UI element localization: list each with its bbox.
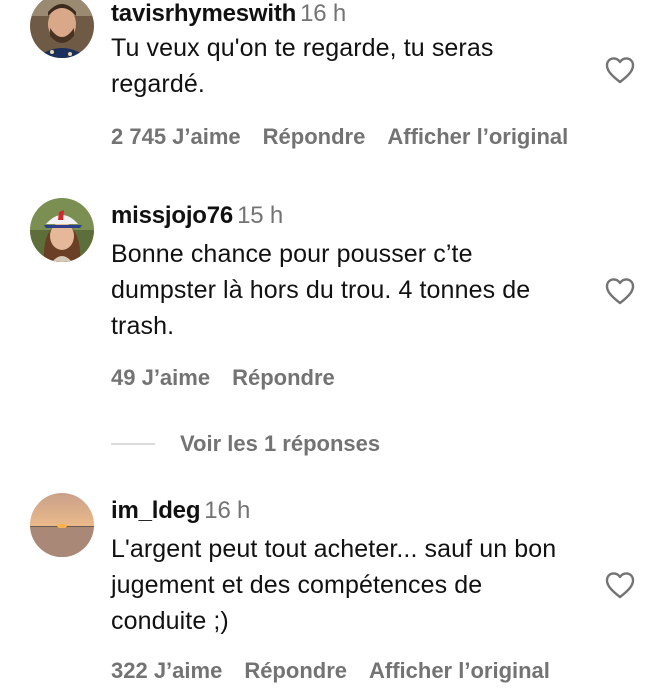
heart-icon: [605, 572, 635, 599]
comment-time: 16 h: [204, 497, 251, 524]
see-original-button[interactable]: Afficher l’original: [369, 658, 550, 683]
username-text[interactable]: im_ldeg: [111, 497, 200, 524]
comment-username[interactable]: im_ldeg 16 h: [111, 497, 250, 525]
avatar[interactable]: [30, 493, 94, 557]
comment-item: im_ldeg 16 h L'argent peut tout acheter..…: [0, 0, 654, 698]
comment-text: L'argent peut tout acheter... sauf un bo…: [111, 535, 557, 635]
comment-actions: 322 J’aime Répondre Afficher l’original: [111, 658, 572, 684]
reply-button[interactable]: Répondre: [244, 658, 347, 683]
like-button[interactable]: [604, 570, 636, 600]
likes-count[interactable]: 322 J’aime: [111, 658, 222, 683]
avatar-sunset-icon: [30, 493, 94, 557]
